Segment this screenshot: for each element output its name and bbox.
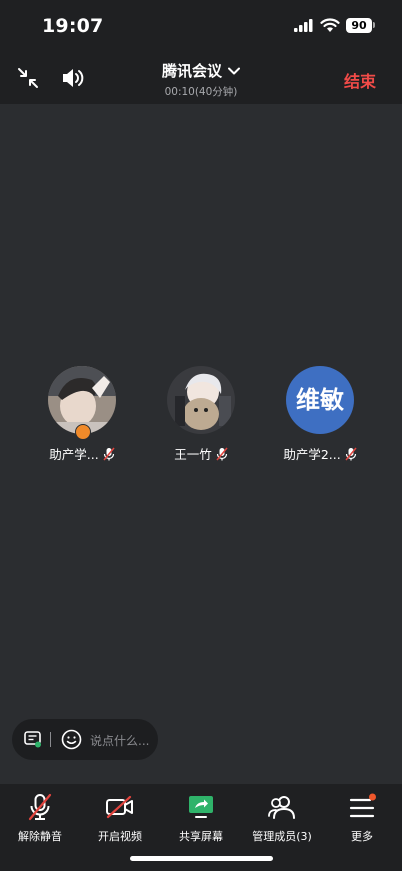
- more-label: 更多: [351, 830, 373, 843]
- manage-members-label: 管理成员(3): [252, 830, 312, 843]
- meeting-title: 腾讯会议: [161, 62, 222, 80]
- share-screen-button[interactable]: 共享屏幕: [161, 792, 241, 844]
- meeting-duration: 00:10(40分钟): [164, 86, 238, 98]
- avatar-initials: 维敏: [286, 366, 354, 434]
- share-screen-label: 共享屏幕: [179, 830, 223, 843]
- participant-tile[interactable]: 王一竹: [146, 366, 256, 463]
- battery-icon: 90: [346, 18, 372, 33]
- chat-placeholder: 说点什么...: [90, 734, 150, 748]
- mic-muted-icon: [103, 447, 115, 460]
- members-icon: [268, 796, 295, 819]
- avatar-photo: [167, 366, 235, 434]
- meeting-header: 腾讯会议 00:10(40分钟) 结束: [0, 52, 402, 104]
- share-screen-icon: [189, 796, 213, 818]
- more-menu-icon: [349, 793, 376, 818]
- mic-muted-icon: [345, 447, 357, 460]
- participant-tile[interactable]: 维敏 助产学2...: [265, 366, 375, 463]
- end-meeting-button[interactable]: 结束: [344, 68, 376, 92]
- participant-name-row: 助产学2...: [265, 444, 375, 463]
- participant-name-row: 王一竹: [146, 444, 256, 463]
- participant-tile[interactable]: 助产学...: [27, 366, 137, 463]
- participant-name: 助产学...: [49, 447, 99, 462]
- start-video-button[interactable]: 开启视频: [80, 792, 160, 844]
- chat-divider: [50, 732, 51, 747]
- avatar: [167, 366, 235, 434]
- mic-muted-icon: [28, 793, 52, 821]
- host-badge-icon: [75, 424, 91, 440]
- participant-name: 王一竹: [174, 447, 212, 462]
- status-bar: 19:07 90: [0, 0, 402, 52]
- meeting-title-area[interactable]: 腾讯会议 00:10(40分钟): [140, 60, 262, 99]
- home-indicator[interactable]: [130, 856, 273, 861]
- emoji-icon[interactable]: [61, 729, 82, 750]
- speaker-icon[interactable]: [61, 67, 85, 89]
- manage-members-button[interactable]: 管理成员(3): [242, 792, 322, 844]
- start-video-label: 开启视频: [98, 830, 142, 843]
- battery-nub: [373, 22, 375, 28]
- chat-list-icon[interactable]: [24, 731, 42, 748]
- unmute-button[interactable]: 解除静音: [0, 792, 80, 844]
- unmute-label: 解除静音: [18, 830, 62, 843]
- participant-name-row: 助产学...: [27, 444, 137, 463]
- chat-input[interactable]: 说点什么...: [12, 719, 158, 760]
- mic-muted-icon: [216, 447, 228, 460]
- collapse-icon[interactable]: [16, 66, 40, 90]
- more-button[interactable]: 更多: [322, 792, 402, 844]
- avatar: 维敏: [286, 366, 354, 434]
- status-time: 19:07: [42, 15, 104, 37]
- participant-name: 助产学2...: [283, 447, 341, 462]
- video-off-icon: [106, 795, 133, 819]
- wifi-icon: [320, 18, 340, 32]
- avatar: [48, 366, 116, 440]
- chevron-down-icon: [228, 67, 240, 74]
- cellular-signal-icon: [294, 19, 313, 32]
- meeting-screen: 19:07 90 腾讯会议 00:10(40分钟) 结束 助产学... 王一竹 …: [0, 0, 402, 871]
